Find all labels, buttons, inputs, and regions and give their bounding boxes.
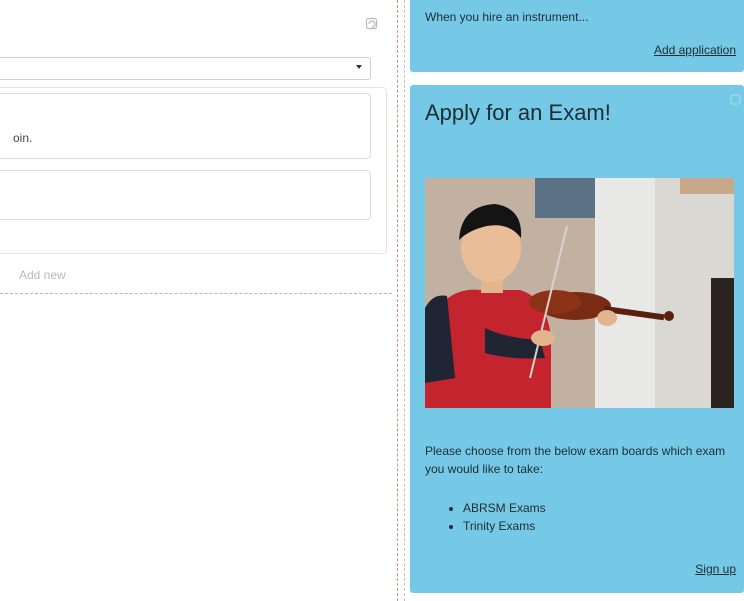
add-new-button[interactable]: Add new <box>19 268 66 282</box>
text-field[interactable] <box>0 93 371 159</box>
exam-card: Apply for an Exam! Please choose from th… <box>410 85 744 593</box>
card-title: Apply for an Exam! <box>425 100 611 125</box>
chevron-down-icon <box>356 65 362 69</box>
text-field-empty[interactable] <box>0 170 371 220</box>
select-dropdown[interactable] <box>0 57 371 80</box>
field-text: oin. <box>13 131 33 145</box>
column-divider <box>404 0 405 601</box>
intro-text: Please choose from the below exam boards… <box>425 444 726 476</box>
list-item: Trinity Exams <box>463 517 546 535</box>
column-divider <box>397 0 398 601</box>
violin-photo <box>425 178 734 408</box>
hire-text: When you hire an instrument... <box>425 10 589 24</box>
panel-border <box>0 293 392 294</box>
hire-card: When you hire an instrument... Add appli… <box>410 0 744 72</box>
editor-panel: oin. Add new <box>0 0 392 294</box>
add-application-link[interactable]: Add application <box>654 43 736 57</box>
sign-up-link[interactable]: Sign up <box>695 562 736 576</box>
list-item: ABRSM Exams <box>463 499 546 517</box>
refresh-icon[interactable] <box>365 17 379 31</box>
exam-board-list: ABRSM Exams Trinity Exams <box>425 499 546 535</box>
refresh-icon[interactable] <box>730 93 742 105</box>
